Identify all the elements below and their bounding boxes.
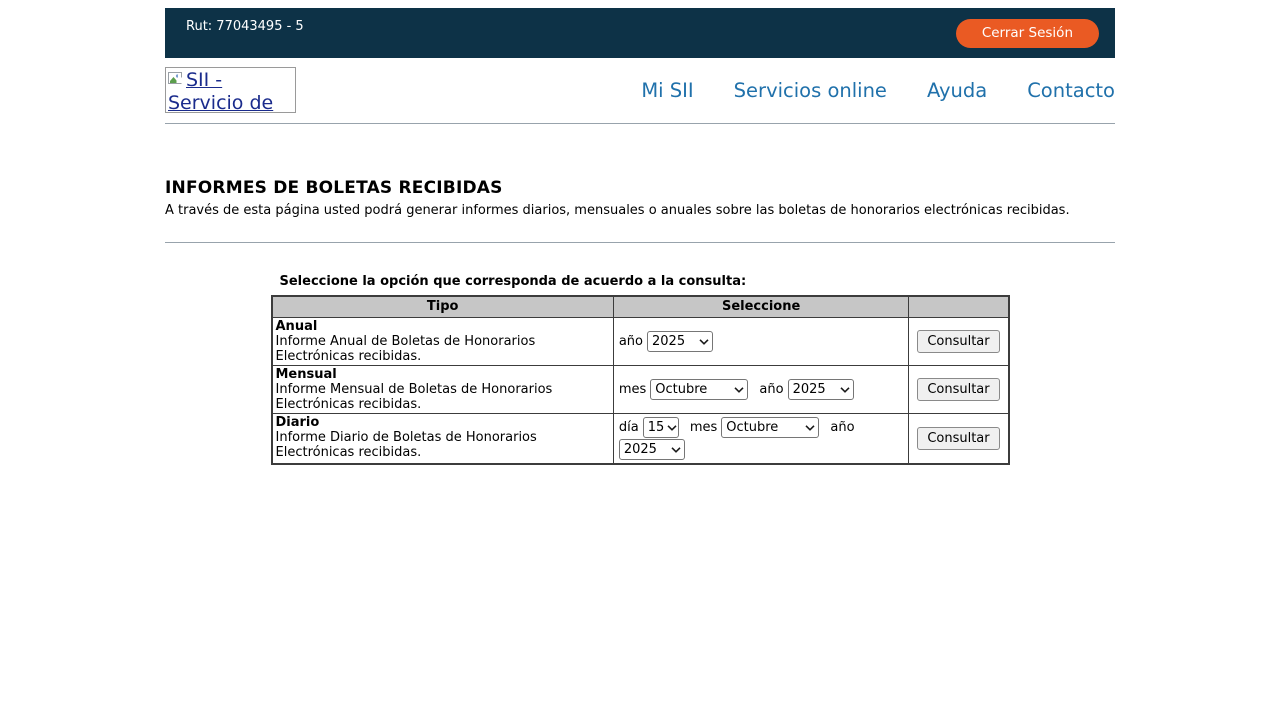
row-diario-description: Informe Diario de Boletas de Honorarios … — [276, 430, 610, 460]
nav-servicios-online[interactable]: Servicios online — [734, 79, 887, 102]
nav-contacto[interactable]: Contacto — [1027, 79, 1115, 102]
anual-anio-select[interactable]: 2025 — [647, 331, 713, 352]
consultar-anual-button[interactable]: Consultar — [917, 330, 999, 353]
row-anual-description: Informe Anual de Boletas de Honorarios E… — [276, 334, 610, 364]
nav-ayuda[interactable]: Ayuda — [927, 79, 987, 102]
diario-mes-select[interactable]: Octubre — [721, 417, 819, 438]
page-title: INFORMES DE BOLETAS RECIBIDAS — [165, 178, 1115, 198]
nav-mi-sii[interactable]: Mi SII — [641, 79, 693, 102]
main-nav: Mi SII Servicios online Ayuda Contacto — [641, 79, 1115, 102]
sii-logo-link[interactable]: SII - Servicio de — [165, 67, 296, 113]
row-diario-title: Diario — [276, 415, 610, 430]
table-row-anual: Anual Informe Anual de Boletas de Honora… — [272, 317, 1009, 365]
site-header: SII - Servicio de Mi SII Servicios onlin… — [165, 67, 1115, 113]
broken-image-icon — [168, 69, 184, 92]
anual-anio-label: año — [619, 334, 643, 349]
table-row-mensual: Mensual Informe Mensual de Boletas de Ho… — [272, 365, 1009, 413]
col-header-tipo: Tipo — [272, 296, 614, 317]
diario-anio-label: año — [830, 420, 854, 435]
row-mensual-title: Mensual — [276, 367, 610, 382]
consulta-caption: Seleccione la opción que corresponda de … — [271, 274, 1010, 289]
header-divider — [165, 123, 1115, 124]
page-description: A través de esta página usted podrá gene… — [165, 203, 1115, 218]
row-anual-title: Anual — [276, 319, 610, 334]
consulta-section: Seleccione la opción que corresponda de … — [271, 274, 1010, 465]
mensual-anio-select[interactable]: 2025 — [788, 379, 854, 400]
logout-button[interactable]: Cerrar Sesión — [956, 19, 1099, 48]
mensual-anio-label: año — [759, 382, 783, 397]
col-header-seleccione: Seleccione — [613, 296, 909, 317]
consultar-mensual-button[interactable]: Consultar — [917, 378, 999, 401]
diario-dia-label: día — [619, 420, 639, 435]
diario-anio-select[interactable]: 2025 — [619, 439, 685, 460]
consultar-diario-button[interactable]: Consultar — [917, 427, 999, 450]
mensual-mes-label: mes — [619, 382, 646, 397]
rut-label: Rut: 77043495 - 5 — [186, 19, 304, 34]
session-topbar: Rut: 77043495 - 5 Cerrar Sesión — [165, 8, 1115, 58]
content-divider — [165, 242, 1115, 243]
table-row-diario: Diario Informe Diario de Boletas de Hono… — [272, 413, 1009, 464]
diario-dia-select[interactable]: 15 — [643, 417, 679, 438]
informes-table: Tipo Seleccione Anual Informe Anual de B… — [271, 295, 1010, 465]
diario-mes-label: mes — [690, 420, 717, 435]
page-container: Rut: 77043495 - 5 Cerrar Sesión SII - Se… — [165, 8, 1115, 465]
mensual-mes-select[interactable]: Octubre — [650, 379, 748, 400]
row-mensual-description: Informe Mensual de Boletas de Honorarios… — [276, 382, 610, 412]
table-header-row: Tipo Seleccione — [272, 296, 1009, 317]
col-header-accion — [909, 296, 1009, 317]
